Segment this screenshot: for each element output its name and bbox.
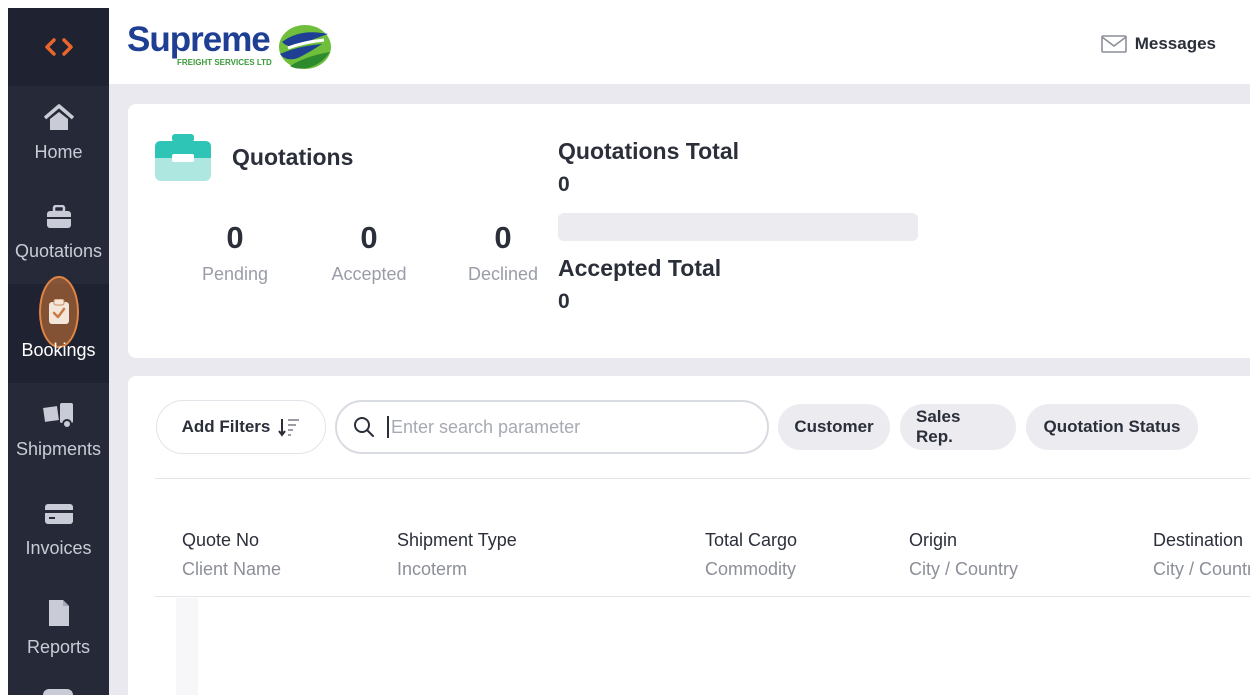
column-secondary-label: City / Country (1153, 559, 1250, 579)
column-secondary-label: Commodity (705, 559, 797, 579)
filter-divider (155, 478, 1250, 479)
top-header: Supreme FREIGHT SERVICES LTD Messages (109, 8, 1250, 84)
text-cursor (387, 416, 389, 438)
column-secondary-label: Incoterm (397, 559, 468, 579)
home-icon (39, 100, 79, 136)
sidebar-item-label: Invoices (25, 538, 92, 558)
toolbox-icon (155, 134, 211, 181)
sidebar-item-partial-icon[interactable] (43, 689, 73, 695)
sort-filter-icon (278, 419, 300, 437)
pending-count[interactable]: 0 Pending (168, 220, 302, 285)
sidebar-item-label: Bookings (21, 340, 96, 360)
declined-count[interactable]: 0 Declined (436, 220, 570, 285)
column-destination[interactable]: Destination City / Country (1153, 530, 1250, 580)
column-primary-label: Destination (1153, 530, 1244, 550)
brand-name: Supreme (127, 20, 271, 59)
app-window: Home Quotations Bookings Shipments Invoi… (0, 0, 1250, 695)
envelope-icon (1100, 35, 1127, 53)
column-total-cargo[interactable]: Total Cargo Commodity (705, 530, 797, 580)
quotations-total-label: Quotations Total (558, 138, 740, 164)
search-box[interactable] (335, 400, 769, 454)
chip-sales-rep[interactable]: Sales Rep. (900, 404, 1016, 450)
quotation-counts: 0 Pending 0 Accepted 0 Declined (168, 220, 570, 285)
globe-swirl-icon (278, 25, 331, 69)
declined-label: Declined (467, 264, 539, 284)
quotations-total-value: 0 (558, 173, 570, 196)
pending-value: 0 (226, 220, 244, 255)
sidebar-item-quotations[interactable]: Quotations (8, 185, 109, 284)
column-primary-label: Quote No (182, 530, 260, 550)
column-shipment-type[interactable]: Shipment Type Incoterm (397, 530, 517, 580)
sidebar-item-reports[interactable]: Reports (8, 581, 109, 680)
credit-card-icon (39, 496, 79, 532)
sidebar-item-label: Home (34, 142, 83, 162)
column-secondary-label: City / Country (909, 559, 1019, 579)
brand-text: Supreme FREIGHT SERVICES LTD (127, 20, 272, 67)
summary-title: Quotations (232, 143, 354, 170)
column-primary-label: Total Cargo (705, 530, 798, 550)
accepted-value: 0 (360, 220, 378, 255)
column-secondary-label: Client Name (182, 559, 282, 579)
active-indicator (38, 276, 79, 348)
brand-logo[interactable]: Supreme FREIGHT SERVICES LTD (127, 20, 334, 80)
header-divider (155, 596, 1250, 597)
bookings-icon-wrap (38, 276, 79, 348)
search-input[interactable] (391, 416, 731, 438)
quotations-table-card: Add Filters Customer Sales Rep. Quotatio… (128, 376, 1250, 695)
column-primary-label: Origin (909, 530, 958, 550)
add-filters-label: Add Filters (181, 417, 271, 436)
accepted-total-value: 0 (558, 290, 570, 313)
app-logo[interactable] (8, 8, 109, 86)
add-filters-button[interactable]: Add Filters (156, 400, 326, 454)
sidebar-item-label: Quotations (14, 241, 103, 261)
sidebar: Home Quotations Bookings Shipments Invoi… (8, 8, 109, 695)
accepted-total-label: Accepted Total (558, 255, 722, 281)
sidebar-item-shipments[interactable]: Shipments (8, 383, 109, 482)
table-body-placeholder (176, 598, 198, 695)
sidebar-item-invoices[interactable]: Invoices (8, 482, 109, 581)
clipboard-check-icon (48, 299, 69, 324)
briefcase-icon (39, 199, 79, 235)
code-brackets-icon (44, 38, 73, 56)
totals-panel: Quotations Total 0 Accepted Total 0 (558, 138, 918, 314)
accepted-label: Accepted (331, 264, 407, 284)
sidebar-item-label: Reports (26, 637, 91, 657)
sidebar-item-label: Shipments (15, 439, 102, 459)
sidebar-item-home[interactable]: Home (8, 86, 109, 185)
search-icon (354, 417, 374, 437)
declined-value: 0 (494, 220, 512, 255)
summary-header: Quotations (154, 132, 353, 182)
quotations-summary-card: Quotations 0 Pending 0 Accepted 0 Declin… (128, 104, 1250, 358)
chip-quotation-status[interactable]: Quotation Status (1026, 404, 1198, 450)
accepted-count[interactable]: 0 Accepted (302, 220, 436, 285)
column-primary-label: Shipment Type (397, 530, 517, 550)
chip-customer[interactable]: Customer (778, 404, 890, 450)
accepted-progress-bar (558, 213, 918, 241)
messages-label: Messages (1134, 34, 1216, 53)
pending-label: Pending (201, 264, 269, 284)
truck-icon (39, 397, 79, 433)
messages-link[interactable]: Messages (1100, 34, 1216, 54)
sidebar-item-bookings[interactable]: Bookings (8, 276, 109, 383)
column-origin[interactable]: Origin City / Country (909, 530, 1018, 580)
document-icon (39, 595, 79, 631)
column-quote-no[interactable]: Quote No Client Name (182, 530, 281, 580)
brand-subtitle: FREIGHT SERVICES LTD (177, 58, 272, 67)
